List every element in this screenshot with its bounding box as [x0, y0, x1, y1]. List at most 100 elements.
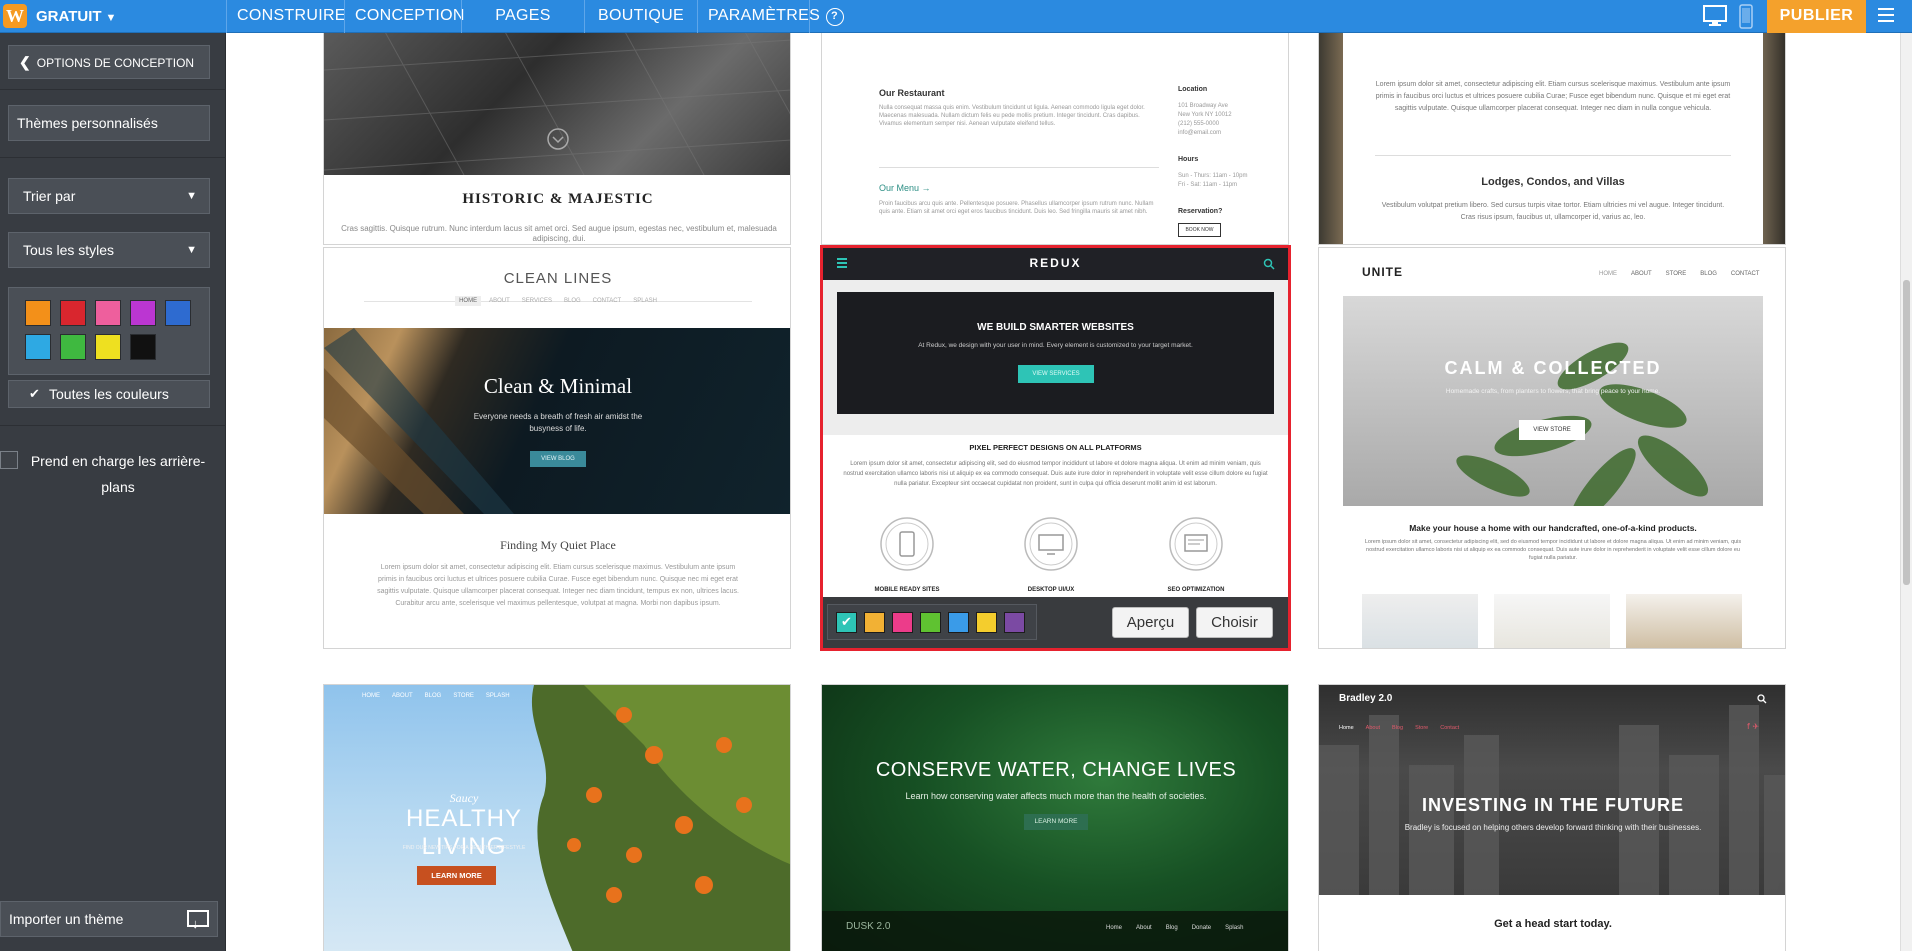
location-heading: Location — [1178, 86, 1208, 93]
lorem-text: Nulla consequat massa quis enim. Vestibu… — [879, 105, 1145, 127]
theme-card-redux[interactable]: REDUX WE BUILD SMARTER WEBSITES At Redux… — [820, 245, 1291, 651]
feature-label: SEO OPTIMIZATION — [1167, 587, 1225, 593]
variant-green[interactable] — [920, 612, 941, 633]
backgrounds-checkbox[interactable] — [0, 451, 18, 469]
variant-blue[interactable] — [948, 612, 969, 633]
lorem-text: Vestibulum volutpat pretium libero. Sed … — [1381, 202, 1725, 221]
theme-card-clean-lines[interactable]: CLEAN LINES HOME ABOUT SERVICES BLOG CON… — [323, 247, 791, 649]
chevron-down-icon: ▼ — [186, 244, 197, 256]
theme-body: Cras sagittis. Quisque rutrum. Nunc inte… — [341, 224, 777, 243]
nav-construire[interactable]: CONSTRUIRE — [226, 0, 345, 33]
divider — [0, 89, 226, 90]
variant-purple[interactable] — [1004, 612, 1025, 633]
stone-pattern — [324, 33, 790, 175]
address-line: (212) 555-0000 — [1178, 121, 1220, 127]
import-theme-button[interactable]: Importer un thème — [0, 901, 218, 941]
styles-select[interactable]: Tous les styles ▼ — [8, 232, 210, 268]
section-heading: Our Restaurant — [879, 88, 945, 98]
theme-card-restaurant[interactable]: Our Restaurant Nulla consequat massa qui… — [821, 33, 1289, 245]
theme-nav-item: SERVICES — [521, 298, 552, 304]
theme-nav: HOME ABOUT STORE BLOG CONTACT — [1599, 269, 1759, 279]
theme-card-historic[interactable]: HISTORIC & MAJESTIC Cras sagittis. Quisq… — [323, 33, 791, 245]
swatch-purple[interactable] — [130, 300, 156, 326]
import-icon — [187, 907, 209, 941]
desktop-view-icon[interactable] — [1702, 4, 1728, 28]
variant-teal-selected[interactable]: ✔ — [836, 612, 857, 633]
theme-brand: REDUX — [1029, 256, 1082, 270]
hours-line: Sun - Thurs: 11am - 10pm — [1178, 173, 1248, 179]
theme-nav-item: SPLASH — [485, 693, 510, 699]
theme-hero-image: CALM & COLLECTED Homemade crafts, from p… — [1343, 296, 1763, 506]
swatch-green[interactable] — [60, 334, 86, 360]
scrollbar-thumb[interactable] — [1903, 280, 1910, 585]
theme-card-dusk[interactable]: CONSERVE WATER, CHANGE LIVES Learn how c… — [821, 684, 1289, 951]
nav-conception[interactable]: CONCEPTION — [344, 0, 464, 33]
lorem-text: Lorem ipsum dolor sit amet, consectetur … — [843, 461, 1268, 487]
back-label: OPTIONS DE CONCEPTION — [36, 56, 195, 70]
lorem-text: Lorem ipsum dolor sit amet, consectetur … — [1375, 81, 1731, 112]
theme-nav: Home About Blog Store Contact — [1339, 723, 1459, 733]
variant-orange[interactable] — [864, 612, 885, 633]
divider — [0, 425, 226, 426]
hero-box: WE BUILD SMARTER WEBSITES At Redux, we d… — [837, 292, 1274, 414]
swatch-yellow[interactable] — [95, 334, 121, 360]
all-colors-toggle[interactable]: ✔ Toutes les couleurs — [8, 380, 210, 408]
choose-button[interactable]: Choisir — [1196, 607, 1273, 638]
variant-yellow[interactable] — [976, 612, 997, 633]
theme-hero-image: Clean & Minimal Everyone needs a breath … — [324, 328, 790, 514]
all-colors-label: Toutes les couleurs — [49, 386, 169, 402]
weebly-logo[interactable]: W — [3, 4, 27, 28]
nav-parametres[interactable]: PARAMÈTRES — [697, 0, 820, 33]
hero-title: WE BUILD SMARTER WEBSITES — [977, 322, 1134, 333]
swatch-pink[interactable] — [95, 300, 121, 326]
menu-icon[interactable] — [1878, 8, 1894, 26]
swatch-orange[interactable] — [25, 300, 51, 326]
plan-dropdown[interactable]: GRATUIT ▼ — [36, 0, 116, 33]
theme-card-lodges[interactable]: Lorem ipsum dolor sit amet, consectetur … — [1318, 33, 1786, 245]
theme-title: HISTORIC & MAJESTIC — [462, 191, 654, 207]
theme-card-healthy-living[interactable]: HOME ABOUT BLOG STORE SPLASH Saucy HEALT… — [323, 684, 791, 951]
nav-boutique[interactable]: BOUTIQUE — [584, 0, 697, 33]
publish-button[interactable]: PUBLIER — [1767, 0, 1866, 33]
vertical-scrollbar[interactable] — [1900, 33, 1912, 951]
product-image — [1362, 594, 1478, 648]
theme-nav-item: BLOG — [1700, 271, 1717, 277]
preview-button[interactable]: Aperçu — [1112, 607, 1189, 638]
theme-brand: UNITE — [1362, 265, 1403, 279]
theme-nav-item: Blog — [1392, 725, 1404, 731]
sort-label: Trier par — [23, 188, 76, 204]
hero-title: CONSERVE WATER, CHANGE LIVES — [875, 759, 1237, 781]
theme-nav-item: ABOUT — [392, 693, 413, 699]
theme-nav-item: Home — [1106, 925, 1123, 931]
theme-nav-item: ABOUT — [489, 298, 510, 304]
theme-nav-item: BLOG — [424, 693, 442, 699]
swatch-blue[interactable] — [165, 300, 191, 326]
divider — [0, 157, 226, 158]
social-icons: f ✈ — [1747, 722, 1760, 731]
custom-themes-button[interactable]: Thèmes personnalisés — [8, 105, 210, 141]
variant-pink[interactable] — [892, 612, 913, 633]
sort-select[interactable]: Trier par ▼ — [8, 178, 210, 214]
feature-label: MOBILE READY SITES — [874, 587, 940, 593]
theme-nav-item: SPLASH — [633, 298, 657, 304]
swatch-light-blue[interactable] — [25, 334, 51, 360]
swatch-red[interactable] — [60, 300, 86, 326]
hero-button: LEARN MORE — [1024, 814, 1088, 830]
color-variant-picker: ✔ — [827, 604, 1037, 640]
theme-nav-item: CONTACT — [1730, 271, 1760, 277]
theme-card-bradley[interactable]: Bradley 2.0 Home About Blog Store Contac… — [1318, 684, 1786, 951]
theme-nav-item: Blog — [1165, 925, 1178, 931]
swatch-black[interactable] — [130, 334, 156, 360]
reservation-heading: Reservation? — [1178, 208, 1223, 215]
hero-sub: Bradley is focused on helping others dev… — [1404, 823, 1702, 832]
theme-footer-bar: DUSK 2.0 Home About Blog Donate Splash — [822, 911, 1288, 951]
checkmark-icon: ✔ — [29, 386, 40, 401]
hero-sub: FIND OUR NEW TIPS FOR A HEALTHIER LIFEST… — [402, 845, 526, 851]
hero-title: INVESTING IN THE FUTURE — [1421, 795, 1684, 815]
back-button[interactable]: ❮ OPTIONS DE CONCEPTION — [8, 45, 210, 79]
theme-card-unite[interactable]: UNITE HOME ABOUT STORE BLOG CONTACT CALM… — [1318, 247, 1786, 649]
mobile-view-icon[interactable] — [1738, 4, 1754, 30]
theme-nav-item: Store — [1415, 725, 1429, 731]
help-button[interactable]: ? — [809, 0, 859, 33]
nav-pages[interactable]: PAGES — [461, 0, 584, 33]
